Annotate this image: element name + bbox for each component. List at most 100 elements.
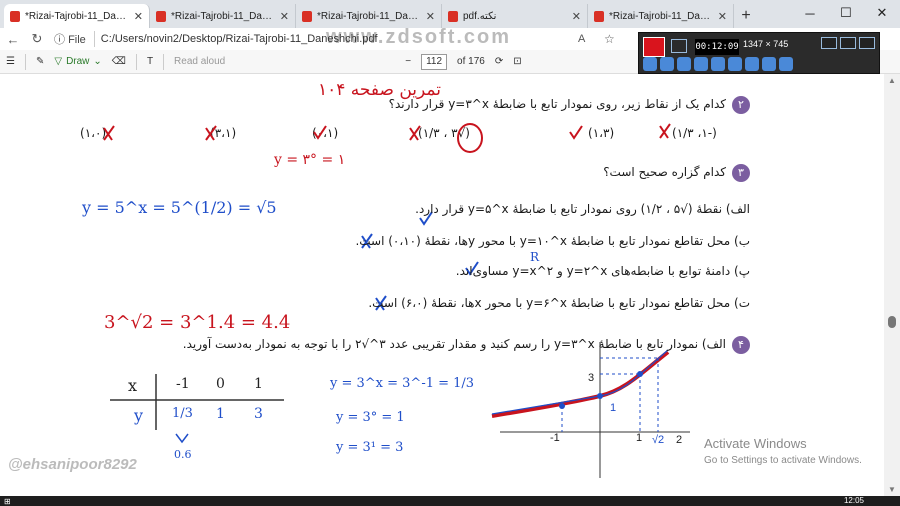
close-tab-icon[interactable]: ✕ <box>718 10 727 23</box>
handwritten-r: R <box>530 250 540 264</box>
start-icon[interactable]: ⊞ <box>4 497 11 506</box>
pen-icon[interactable] <box>728 57 742 71</box>
recorder-restore-icon[interactable] <box>821 37 837 49</box>
tab-title: *Rizai-Tajrobi-11_Daneshchi.p <box>25 10 129 22</box>
read-aloud-button[interactable]: Read aloud <box>174 56 225 67</box>
question-4: ۴ الف) نمودار تابع با ضابطهٔ y=۳^x را رسم… <box>183 336 750 354</box>
draw-icon: ▽ <box>54 56 63 67</box>
recorder-tools <box>643 57 793 71</box>
settings-icon[interactable] <box>779 57 793 71</box>
tab-title: pdf.نکته <box>463 10 497 22</box>
q3-option-t: ت) محل تقاطع نمودار تابع با ضابطهٔ y=۶^x… <box>368 296 750 310</box>
recorder-close-icon[interactable] <box>859 37 875 49</box>
zdsoft-watermark: www.zdsoft.com <box>326 26 512 48</box>
handwritten-eq: y = 3^x = 3^-1 = 1/3 <box>330 376 475 391</box>
question-text: کدام گزاره صحیح است؟ <box>603 165 726 179</box>
webcam-icon[interactable] <box>694 57 708 71</box>
scroll-thumb[interactable] <box>888 316 896 328</box>
chevron-down-icon: ⌄ <box>93 56 102 67</box>
tab-5[interactable]: *Rizai-Tajrobi-11_Daneshchi.p ✕ <box>588 4 734 28</box>
handwritten-eq: 3^√2 = 3^1.4 = 4.4 <box>104 312 291 333</box>
file-label: ⓘ File <box>54 31 95 47</box>
pdf-icon <box>302 10 312 22</box>
favorite-icon[interactable]: ☆ <box>604 32 615 46</box>
fit-page-icon[interactable]: ⊡ <box>513 56 521 67</box>
close-tab-icon[interactable]: ✕ <box>280 10 289 23</box>
cursor-icon[interactable] <box>711 57 725 71</box>
q3-option-p: پ) دامنهٔ توابع با ضابطه‌های y=۲^x و y=x… <box>455 264 750 278</box>
tab-2[interactable]: *Rizai-Tajrobi-11_Daneshchi.p ✕ <box>150 4 296 28</box>
vertical-scrollbar[interactable]: ▲ ▼ <box>884 74 900 496</box>
pdf-icon <box>448 10 458 22</box>
refresh-icon[interactable]: ↻ <box>30 31 44 47</box>
table-cell: 3 <box>254 406 263 422</box>
graph-label: 1 <box>610 402 617 414</box>
eraser-icon[interactable]: ⌫ <box>112 56 126 67</box>
table-cell: -1 <box>176 376 190 392</box>
question-text: الف) نمودار تابع با ضابطهٔ y=۳^x را رسم … <box>182 337 726 351</box>
close-tab-icon[interactable]: ✕ <box>426 10 435 23</box>
page-total: of 176 <box>457 56 485 67</box>
recorder-window-controls <box>821 37 875 49</box>
rotate-icon[interactable]: ⟳ <box>495 56 503 67</box>
pdf-icon <box>156 10 166 22</box>
pause-icon[interactable] <box>643 57 657 71</box>
read-mode-icon[interactable]: A <box>578 33 585 45</box>
activate-windows-title: Activate Windows <box>704 436 807 451</box>
activate-windows-subtitle: Go to Settings to activate Windows. <box>704 455 862 466</box>
tab-1[interactable]: *Rizai-Tajrobi-11_Daneshchi.p ✕ <box>4 4 150 28</box>
text-icon[interactable]: T <box>147 56 153 67</box>
divider <box>24 53 26 70</box>
table-cell: y <box>134 406 144 425</box>
graph-label: -1 <box>550 432 560 444</box>
draw-button[interactable]: ▽ Draw ⌄ <box>54 56 101 67</box>
graph-label: 2 <box>676 434 683 446</box>
camera-icon[interactable] <box>671 39 687 53</box>
contents-icon[interactable]: ☰ <box>6 56 15 67</box>
window-controls: ─ ☐ ✕ <box>792 2 900 24</box>
scroll-up-icon[interactable]: ▲ <box>888 76 896 85</box>
page-number-input[interactable]: 112 <box>421 53 448 70</box>
q3-option-a: الف) نقطهٔ (√۵ ، ۱/۲) روی نمودار تابع با… <box>415 202 750 216</box>
close-tab-icon[interactable]: ✕ <box>134 10 143 23</box>
divider <box>135 53 137 70</box>
stop-record-button[interactable] <box>643 37 665 57</box>
minimize-icon[interactable]: ─ <box>792 2 828 24</box>
tab-4[interactable]: pdf.نکته ✕ <box>442 4 588 28</box>
close-window-icon[interactable]: ✕ <box>864 2 900 24</box>
pdf-page: تمرین صفحه ۱۰۴ ۲کدام یک از نقاط زیر، روی… <box>0 74 884 496</box>
table-cell: x <box>128 376 138 395</box>
handwritten-eq: y = 3° = 1 <box>336 410 405 425</box>
graph-label: 1 <box>636 432 643 444</box>
folder-icon[interactable] <box>762 57 776 71</box>
brush-icon[interactable] <box>745 57 759 71</box>
divider <box>163 53 165 70</box>
taskbar: ⊞ 12:05 <box>0 496 900 506</box>
q3-option-b: ب) محل تقاطع نمودار تابع با ضابطهٔ y=۱۰^… <box>355 234 750 248</box>
info-icon: ⓘ <box>54 34 65 46</box>
new-tab-button[interactable]: + <box>734 4 758 28</box>
tab-title: *Rizai-Tajrobi-11_Daneshchi.p <box>609 10 713 22</box>
draw-label: Draw <box>66 56 90 67</box>
graph-label: 3 <box>588 372 595 384</box>
taskbar-clock: 12:05 <box>843 496 864 505</box>
zoom-out-icon[interactable]: − <box>405 56 411 67</box>
audio-icon[interactable] <box>660 57 674 71</box>
tab-bar: *Rizai-Tajrobi-11_Daneshchi.p ✕ *Rizai-T… <box>0 0 900 28</box>
record-timer: 00:12:09 <box>695 39 739 55</box>
pdf-icon <box>10 10 20 22</box>
recorder-minimize-icon[interactable] <box>840 37 856 49</box>
tab-title: *Rizai-Tajrobi-11_Daneshchi.p <box>171 10 275 22</box>
tab-title: *Rizai-Tajrobi-11_Daneshchi.p <box>317 10 421 22</box>
close-tab-icon[interactable]: ✕ <box>572 10 581 23</box>
scroll-down-icon[interactable]: ▼ <box>888 485 896 494</box>
maximize-icon[interactable]: ☐ <box>828 2 864 24</box>
back-icon[interactable]: ← <box>6 32 20 47</box>
annotation-marks <box>103 123 690 478</box>
table-cell: 1 <box>254 376 263 392</box>
mic-icon[interactable] <box>677 57 691 71</box>
screen-recorder-widget: 00:12:09 1347 × 745 <box>638 32 880 74</box>
tab-3[interactable]: *Rizai-Tajrobi-11_Daneshchi.p ✕ <box>296 4 442 28</box>
highlight-icon[interactable]: ✎ <box>36 56 44 67</box>
table-cell: 0 <box>216 376 225 392</box>
